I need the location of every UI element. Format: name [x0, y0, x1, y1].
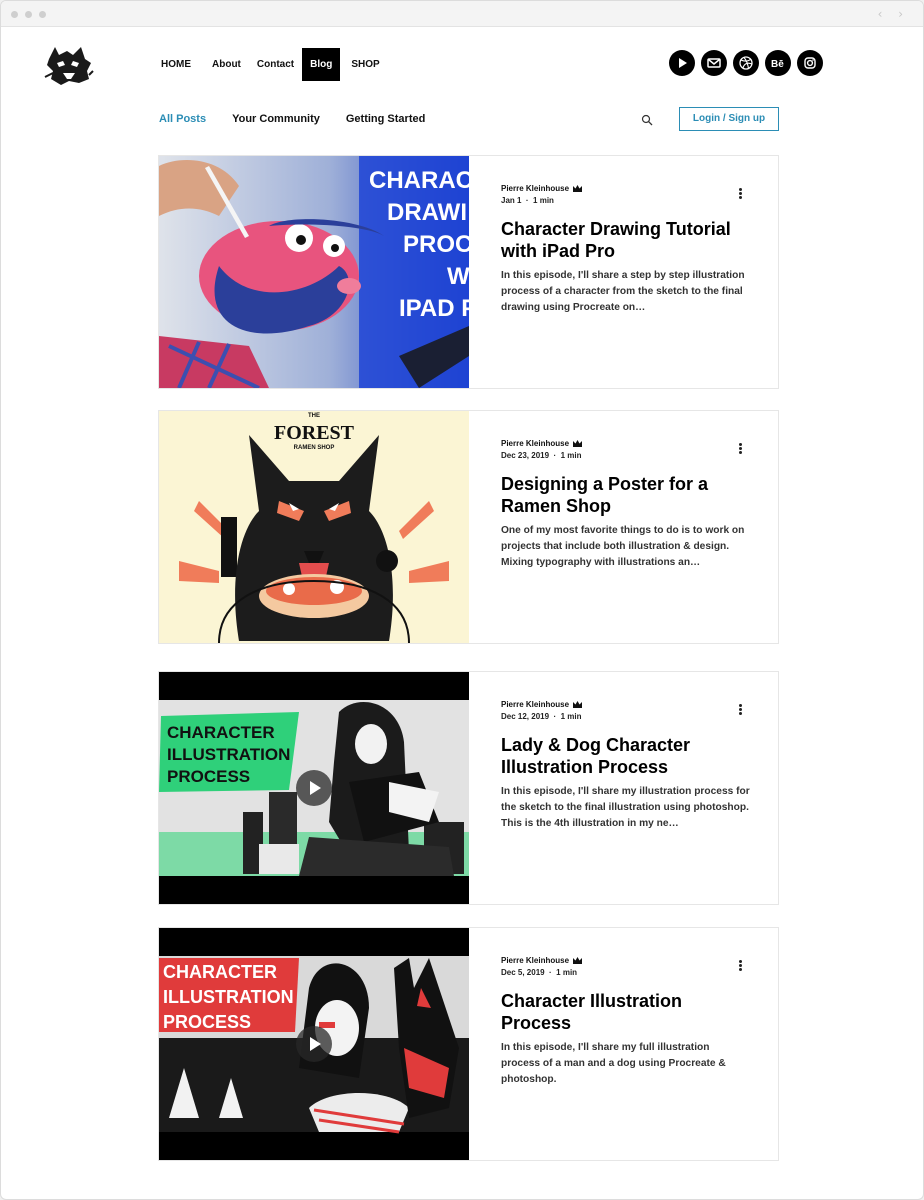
date-text: Dec 5, 2019: [501, 968, 545, 977]
read-time: 1 min: [560, 712, 582, 721]
window-dot[interactable]: [39, 11, 46, 18]
post-thumbnail[interactable]: CHARACTER ILLUSTRATION PROCESS: [159, 672, 469, 904]
blog-post-card[interactable]: CHARAC DRAWI PROC W IPAD P Pierre Kleinh…: [158, 155, 779, 389]
window-dot[interactable]: [25, 11, 32, 18]
post-date: Jan 1 · 1 min: [501, 196, 554, 205]
post-title[interactable]: Designing a Poster for a Ramen Shop: [501, 473, 751, 517]
author-name[interactable]: Pierre Kleinhouse: [501, 184, 569, 193]
crown-icon: [573, 701, 583, 708]
tab-getting-started[interactable]: Getting Started: [346, 113, 425, 125]
wolf-logo-icon[interactable]: [43, 37, 95, 87]
browser-window: ‹ › HOME About Contact Blog SHOP Bē All …: [0, 0, 924, 1200]
post-author[interactable]: Pierre Kleinhouse: [501, 439, 583, 448]
dribbble-icon[interactable]: [733, 50, 759, 76]
post-excerpt[interactable]: In this episode, I'll share my illustrat…: [501, 784, 751, 832]
post-title[interactable]: Lady & Dog Character Illustration Proces…: [501, 734, 751, 778]
thumb-text: W: [447, 263, 469, 290]
thumb-text: PROC: [403, 231, 469, 258]
search-icon[interactable]: [641, 114, 653, 126]
crown-icon: [573, 185, 583, 192]
thumb-text: ILLUSTRATION: [163, 987, 294, 1007]
thumb-text: FOREST: [274, 422, 355, 444]
thumb-text: CHARACTER: [163, 962, 277, 982]
play-video-icon[interactable]: [296, 1026, 332, 1062]
blog-post-card[interactable]: CHARACTER ILLUSTRATION PROCESS Pierre Kl…: [158, 927, 779, 1161]
tab-your-community[interactable]: Your Community: [232, 113, 320, 125]
window-dot[interactable]: [11, 11, 18, 18]
post-thumbnail[interactable]: CHARACTER ILLUSTRATION PROCESS: [159, 928, 469, 1160]
date-text: Jan 1: [501, 196, 522, 205]
more-options-icon[interactable]: [739, 960, 743, 972]
behance-icon[interactable]: Bē: [765, 50, 791, 76]
post-excerpt[interactable]: In this episode, I'll share a step by st…: [501, 268, 751, 316]
nav-blog[interactable]: Blog: [302, 48, 341, 81]
post-title[interactable]: Character Illustration Process: [501, 990, 751, 1034]
browser-chrome: ‹ ›: [1, 1, 923, 27]
thumb-text: CHARACTER: [167, 723, 275, 742]
blog-post-card[interactable]: CHARACTER ILLUSTRATION PROCESS Pierre Kl…: [158, 671, 779, 905]
post-date: Dec 12, 2019 · 1 min: [501, 712, 582, 721]
instagram-icon[interactable]: [797, 50, 823, 76]
author-name[interactable]: Pierre Kleinhouse: [501, 956, 569, 965]
nav-contact[interactable]: Contact: [249, 48, 302, 81]
post-excerpt[interactable]: In this episode, I'll share my full illu…: [501, 1040, 751, 1088]
youtube-icon[interactable]: [669, 50, 695, 76]
post-author[interactable]: Pierre Kleinhouse: [501, 184, 583, 193]
nav-home[interactable]: HOME: [153, 48, 199, 81]
play-video-icon[interactable]: [296, 770, 332, 806]
thumb-text: PROCESS: [167, 767, 250, 786]
thumb-text: THE: [308, 413, 320, 419]
login-signup-button[interactable]: Login / Sign up: [679, 107, 779, 131]
mail-icon[interactable]: [701, 50, 727, 76]
tab-all-posts[interactable]: All Posts: [159, 113, 206, 125]
post-author[interactable]: Pierre Kleinhouse: [501, 700, 583, 709]
main-nav: HOME About Contact Blog SHOP: [153, 48, 388, 81]
date-text: Dec 12, 2019: [501, 712, 550, 721]
author-name[interactable]: Pierre Kleinhouse: [501, 700, 569, 709]
nav-about[interactable]: About: [204, 48, 249, 81]
post-thumbnail[interactable]: CHARAC DRAWI PROC W IPAD P: [159, 156, 469, 388]
post-author[interactable]: Pierre Kleinhouse: [501, 956, 583, 965]
post-date: Dec 5, 2019 · 1 min: [501, 968, 578, 977]
read-time: 1 min: [533, 196, 554, 205]
author-name[interactable]: Pierre Kleinhouse: [501, 439, 569, 448]
browser-nav-arrows-icon[interactable]: ‹ ›: [878, 7, 909, 21]
date-text: Dec 23, 2019: [501, 451, 550, 460]
nav-shop[interactable]: SHOP: [343, 48, 387, 81]
thumb-text: DRAWI: [387, 199, 467, 226]
more-options-icon[interactable]: [739, 704, 743, 716]
post-date: Dec 23, 2019 · 1 min: [501, 451, 582, 460]
more-options-icon[interactable]: [739, 188, 743, 200]
crown-icon: [573, 440, 583, 447]
read-time: 1 min: [556, 968, 578, 977]
thumb-text: CHARAC: [369, 167, 469, 194]
post-thumbnail[interactable]: THE FOREST RAMEN SHOP: [159, 411, 469, 643]
svg-text:Bē: Bē: [771, 59, 784, 70]
social-links: Bē: [669, 50, 823, 76]
thumb-text: RAMEN SHOP: [294, 445, 335, 451]
blog-category-tabs: All Posts Your Community Getting Started: [159, 113, 425, 125]
thumb-text: ILLUSTRATION: [167, 745, 290, 764]
read-time: 1 min: [560, 451, 582, 460]
more-options-icon[interactable]: [739, 443, 743, 455]
post-excerpt[interactable]: One of my most favorite things to do is …: [501, 523, 751, 571]
thumb-text: IPAD P: [399, 295, 469, 322]
crown-icon: [573, 957, 583, 964]
post-title[interactable]: Character Drawing Tutorial with iPad Pro: [501, 218, 751, 262]
blog-post-card[interactable]: THE FOREST RAMEN SHOP Pierre Kleinhouse …: [158, 410, 779, 644]
thumb-text: PROCESS: [163, 1012, 251, 1032]
